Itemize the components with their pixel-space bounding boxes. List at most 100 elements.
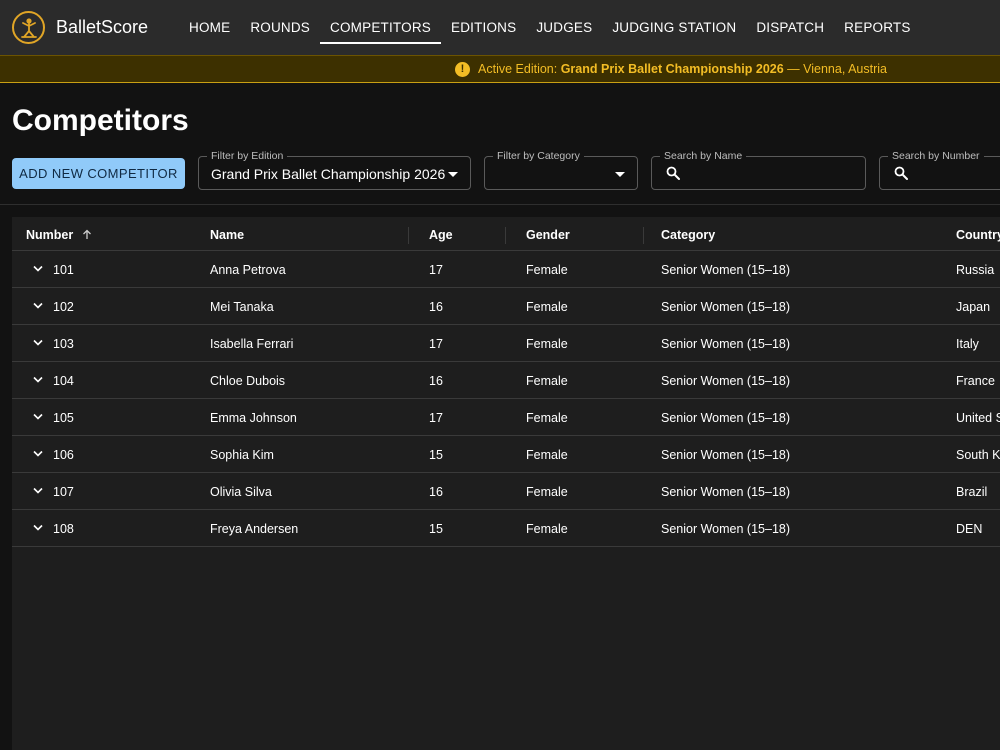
nav-home[interactable]: HOME (179, 0, 240, 55)
nav-competitors[interactable]: COMPETITORS (320, 0, 441, 55)
search-icon (894, 166, 908, 180)
table-row[interactable]: 103 Isabella Ferrari 17 Female Senior Wo… (12, 325, 1000, 362)
cell-name: Olivia Silva (210, 485, 272, 499)
header-category[interactable]: Category (661, 228, 715, 242)
cell-number: 107 (53, 485, 74, 499)
cell-name: Emma Johnson (210, 411, 297, 425)
cell-country: France (956, 374, 995, 388)
cell-category: Senior Women (15–18) (661, 448, 791, 462)
nav-reports[interactable]: REPORTS (834, 0, 920, 55)
cell-age: 16 (429, 485, 443, 499)
chevron-down-icon[interactable] (33, 524, 43, 532)
table-row[interactable]: 107 Olivia Silva 16 Female Senior Women … (12, 473, 1000, 510)
cell-age: 15 (429, 448, 443, 462)
banner-location: — Vienna, Austria (783, 62, 887, 76)
app-bar: BalletScore HOME ROUNDS COMPETITORS EDIT… (0, 0, 1000, 55)
cell-number: 101 (53, 263, 74, 277)
header-name[interactable]: Name (210, 228, 244, 242)
dropdown-arrow-icon (448, 172, 458, 177)
filter-category-select[interactable]: Filter by Category (484, 150, 638, 190)
filter-edition-label: Filter by Edition (207, 150, 288, 162)
table-row[interactable]: 105 Emma Johnson 17 Female Senior Women … (12, 399, 1000, 436)
cell-number: 103 (53, 337, 74, 351)
app-name: BalletScore (56, 17, 149, 37)
cell-country: United S (956, 411, 1000, 425)
sort-ascending-icon (82, 229, 91, 239)
cell-gender: Female (526, 337, 568, 351)
cell-category: Senior Women (15–18) (661, 374, 791, 388)
table-row[interactable]: 102 Mei Tanaka 16 Female Senior Women (1… (12, 288, 1000, 325)
cell-name: Chloe Dubois (210, 374, 286, 388)
nav-rounds[interactable]: ROUNDS (240, 0, 320, 55)
cell-age: 17 (429, 337, 443, 351)
cell-gender: Female (526, 522, 568, 536)
search-name-input[interactable]: Search by Name (651, 150, 866, 190)
cell-name: Freya Andersen (210, 522, 299, 536)
cell-country: Russia (956, 263, 995, 277)
toolbar-divider (0, 204, 1000, 205)
cell-gender: Female (526, 374, 568, 388)
banner-edition-name: Grand Prix Ballet Championship 2026 (560, 62, 784, 76)
active-edition-banner: ! Active Edition: Grand Prix Ballet Cham… (0, 55, 1000, 83)
nav-dispatch[interactable]: DISPATCH (746, 0, 834, 55)
search-number-label: Search by Number (888, 150, 984, 162)
search-number-input[interactable]: Search by Number (879, 150, 1000, 190)
cell-gender: Female (526, 300, 568, 314)
filter-edition-select[interactable]: Filter by Edition Grand Prix Ballet Cham… (198, 150, 471, 190)
column-separator (505, 227, 506, 244)
cell-category: Senior Women (15–18) (661, 337, 791, 351)
cell-category: Senior Women (15–18) (661, 522, 791, 536)
brand[interactable]: BalletScore (12, 11, 179, 44)
header-number[interactable]: Number (26, 228, 92, 242)
cell-country: Japan (956, 300, 991, 314)
header-gender[interactable]: Gender (526, 228, 570, 242)
chevron-down-icon[interactable] (33, 487, 43, 495)
cell-name: Isabella Ferrari (210, 337, 294, 351)
cell-age: 17 (429, 411, 443, 425)
cell-gender: Female (526, 448, 568, 462)
info-icon: ! (455, 61, 471, 77)
column-separator (643, 227, 644, 244)
chevron-down-icon[interactable] (33, 339, 43, 347)
cell-country: South K (956, 448, 1000, 462)
header-country[interactable]: Country (956, 228, 1000, 242)
search-name-label: Search by Name (660, 150, 747, 162)
add-new-competitor-button[interactable]: ADD NEW COMPETITOR (12, 158, 185, 189)
cell-category: Senior Women (15–18) (661, 485, 791, 499)
cell-category: Senior Women (15–18) (661, 263, 791, 277)
table-row[interactable]: 108 Freya Andersen 15 Female Senior Wome… (12, 510, 1000, 547)
cell-number: 104 (53, 374, 74, 388)
nav-judging-station[interactable]: JUDGING STATION (602, 0, 746, 55)
table-header: Number Name Age Gender Category Country (12, 217, 1000, 251)
cell-age: 15 (429, 522, 443, 536)
table-row[interactable]: 106 Sophia Kim 15 Female Senior Women (1… (12, 436, 1000, 473)
cell-number: 105 (53, 411, 74, 425)
table-row[interactable]: 104 Chloe Dubois 16 Female Senior Women … (12, 362, 1000, 399)
chevron-down-icon[interactable] (33, 302, 43, 310)
cell-age: 16 (429, 300, 443, 314)
filter-edition-value: Grand Prix Ballet Championship 2026 (211, 166, 446, 182)
nav-editions[interactable]: EDITIONS (441, 0, 526, 55)
chevron-down-icon[interactable] (33, 265, 43, 273)
page-title: Competitors (12, 104, 189, 137)
header-age[interactable]: Age (429, 228, 453, 242)
cell-category: Senior Women (15–18) (661, 300, 791, 314)
cell-number: 106 (53, 448, 74, 462)
cell-country: Italy (956, 337, 979, 351)
main-nav: HOME ROUNDS COMPETITORS EDITIONS JUDGES … (179, 0, 921, 55)
column-separator (408, 227, 409, 244)
ballet-dancer-logo-icon (12, 11, 45, 44)
cell-gender: Female (526, 411, 568, 425)
cell-name: Sophia Kim (210, 448, 274, 462)
nav-judges[interactable]: JUDGES (526, 0, 602, 55)
dropdown-arrow-icon (615, 172, 625, 177)
cell-country: DEN (956, 522, 983, 536)
cell-category: Senior Women (15–18) (661, 411, 791, 425)
cell-gender: Female (526, 485, 568, 499)
cell-country: Brazil (956, 485, 988, 499)
chevron-down-icon[interactable] (33, 376, 43, 384)
cell-number: 102 (53, 300, 74, 314)
table-row[interactable]: 101 Anna Petrova 17 Female Senior Women … (12, 251, 1000, 288)
chevron-down-icon[interactable] (33, 450, 43, 458)
chevron-down-icon[interactable] (33, 413, 43, 421)
